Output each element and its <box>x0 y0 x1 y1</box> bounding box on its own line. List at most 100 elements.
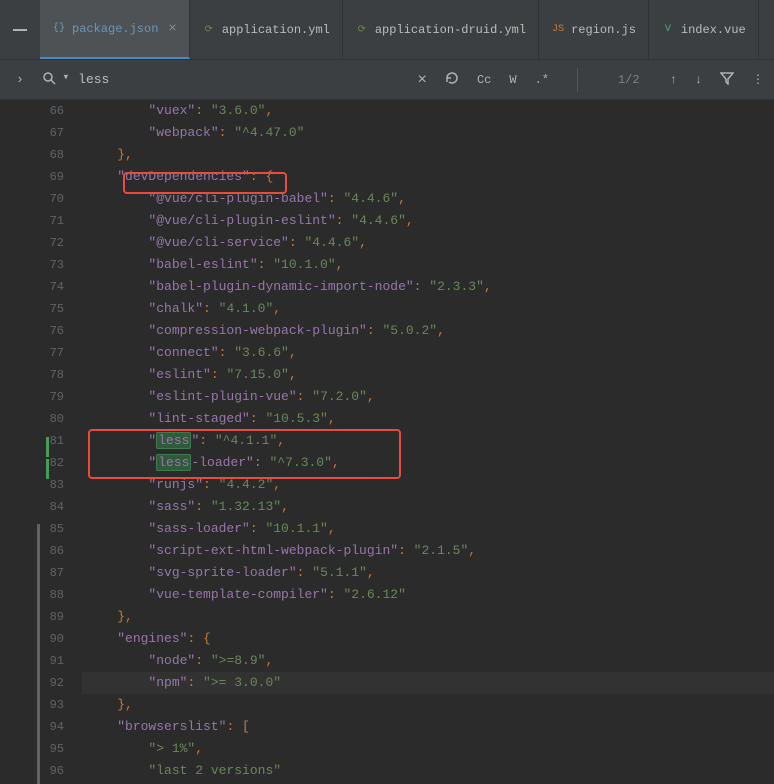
line-number: 69 <box>0 166 64 188</box>
hamburger-icon <box>13 29 27 31</box>
code-area[interactable]: "vuex": "3.6.0", "webpack": "^4.47.0" },… <box>82 100 774 783</box>
match-count: 1/2 <box>618 73 640 87</box>
code-line[interactable]: "eslint-plugin-vue": "7.2.0", <box>82 386 774 408</box>
code-line[interactable]: "script-ext-html-webpack-plugin": "2.1.5… <box>82 540 774 562</box>
line-number: 79 <box>0 386 64 408</box>
tab-application-druid-yml[interactable]: ⟳ application-druid.yml <box>343 0 539 59</box>
code-line[interactable]: "node": ">=8.9", <box>82 650 774 672</box>
code-line[interactable]: "svg-sprite-loader": "5.1.1", <box>82 562 774 584</box>
code-line[interactable]: "@vue/cli-service": "4.4.6", <box>82 232 774 254</box>
code-line[interactable]: "lint-staged": "10.5.3", <box>82 408 774 430</box>
tab-index-vue[interactable]: Vindex.vue <box>649 0 759 59</box>
line-number: 95 <box>0 738 64 760</box>
tab-package-json[interactable]: {} package.json × <box>40 0 190 59</box>
line-number: 77 <box>0 342 64 364</box>
prev-match-button[interactable]: ↑ <box>668 71 679 89</box>
line-number: 80 <box>0 408 64 430</box>
code-line[interactable]: "npm": ">= 3.0.0" <box>82 672 774 694</box>
line-number: 89 <box>0 606 64 628</box>
file-icon: V <box>661 23 675 37</box>
line-number: 76 <box>0 320 64 342</box>
code-line[interactable]: "webpack": "^4.47.0" <box>82 122 774 144</box>
next-match-button[interactable]: ↓ <box>693 71 704 89</box>
clear-button[interactable]: × <box>415 69 429 91</box>
line-number: 68 <box>0 144 64 166</box>
line-number: 85 <box>0 518 64 540</box>
line-number: 90 <box>0 628 64 650</box>
match-case-button[interactable]: Cc <box>475 71 493 89</box>
more-button[interactable]: ⋮ <box>750 70 766 89</box>
line-number: 91 <box>0 650 64 672</box>
code-line[interactable]: "vue-template-compiler": "2.6.12" <box>82 584 774 606</box>
line-number: 86 <box>0 540 64 562</box>
line-number: 78 <box>0 364 64 386</box>
filter-button[interactable] <box>718 69 736 91</box>
code-line[interactable]: "babel-eslint": "10.1.0", <box>82 254 774 276</box>
search-icon: ▾ <box>42 71 68 89</box>
code-line[interactable]: "eslint": "7.15.0", <box>82 364 774 386</box>
tab-label: region.js <box>571 23 636 37</box>
file-icon: JS <box>551 23 565 37</box>
line-number: 82 <box>0 452 64 474</box>
tab-application-yml[interactable]: ⟳application.yml <box>190 0 343 59</box>
code-line[interactable]: "browserslist": [ <box>82 716 774 738</box>
code-line[interactable]: "chalk": "4.1.0", <box>82 298 774 320</box>
code-line[interactable]: "less-loader": "^7.3.0", <box>82 452 774 474</box>
line-number: 67 <box>0 122 64 144</box>
line-number: 84 <box>0 496 64 518</box>
code-line[interactable]: "engines": { <box>82 628 774 650</box>
code-line[interactable]: "last 2 versions" <box>82 760 774 782</box>
change-marker <box>46 459 49 479</box>
file-icon: ⟳ <box>202 23 216 37</box>
line-number: 96 <box>0 760 64 782</box>
code-line[interactable]: }, <box>82 144 774 166</box>
file-icon: {} <box>52 22 66 36</box>
line-number: 75 <box>0 298 64 320</box>
file-icon: ⟳ <box>355 23 369 37</box>
line-number: 70 <box>0 188 64 210</box>
code-line[interactable]: "runjs": "4.4.2", <box>82 474 774 496</box>
line-number: 72 <box>0 232 64 254</box>
code-line[interactable]: "@vue/cli-plugin-babel": "4.4.6", <box>82 188 774 210</box>
line-number: 73 <box>0 254 64 276</box>
code-line[interactable]: "less": "^4.1.1", <box>82 430 774 452</box>
code-editor[interactable]: 6667686970717273747576777879808182838485… <box>0 100 774 783</box>
history-button[interactable] <box>443 69 461 91</box>
code-line[interactable]: "> 1%", <box>82 738 774 760</box>
tab-bar: {}package.json×⟳application.yml⟳applicat… <box>0 0 774 60</box>
tab-region-js[interactable]: JS region.js <box>539 0 649 59</box>
line-number: 81 <box>0 430 64 452</box>
tab-label: index.vue <box>681 23 746 37</box>
whole-word-button[interactable]: W <box>507 71 518 89</box>
code-line[interactable]: "sass": "1.32.13", <box>82 496 774 518</box>
code-line[interactable]: "compression-webpack-plugin": "5.0.2", <box>82 320 774 342</box>
code-line[interactable]: "connect": "3.6.6", <box>82 342 774 364</box>
line-number: 87 <box>0 562 64 584</box>
line-number: 74 <box>0 276 64 298</box>
code-line[interactable]: "babel-plugin-dynamic-import-node": "2.3… <box>82 276 774 298</box>
tab-label: application-druid.yml <box>375 23 526 37</box>
line-number: 93 <box>0 694 64 716</box>
line-number: 71 <box>0 210 64 232</box>
line-number: 66 <box>0 100 64 122</box>
regex-button[interactable]: .* <box>533 71 551 89</box>
code-line[interactable]: }, <box>82 694 774 716</box>
line-number: 92 <box>0 672 64 694</box>
code-line[interactable]: "vuex": "3.6.0", <box>82 100 774 122</box>
gutter: 6667686970717273747576777879808182838485… <box>0 100 82 783</box>
code-line[interactable]: "@vue/cli-plugin-eslint": "4.4.6", <box>82 210 774 232</box>
search-bar: › ▾ × Cc W .* 1/2 ↑ ↓ ⋮ <box>0 60 774 100</box>
line-number: 83 <box>0 474 64 496</box>
line-number: 88 <box>0 584 64 606</box>
change-marker <box>46 437 49 457</box>
code-line[interactable]: "devDependencies": { <box>82 166 774 188</box>
search-input[interactable] <box>78 72 415 87</box>
expand-button[interactable]: › <box>8 68 32 91</box>
fold-marker <box>37 524 40 784</box>
tab-label: package.json <box>72 22 158 36</box>
code-line[interactable]: "sass-loader": "10.1.1", <box>82 518 774 540</box>
menu-button[interactable] <box>0 29 40 31</box>
code-line[interactable]: }, <box>82 606 774 628</box>
close-icon[interactable]: × <box>168 21 176 37</box>
line-number: 94 <box>0 716 64 738</box>
